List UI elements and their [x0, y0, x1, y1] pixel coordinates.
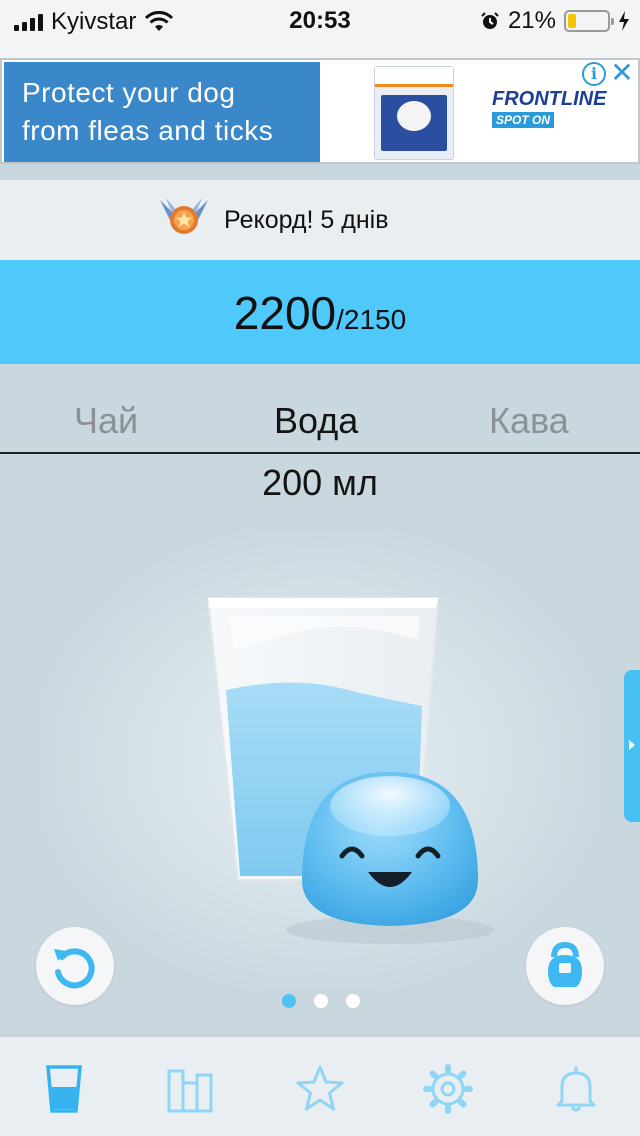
stats-icon [167, 1069, 213, 1113]
kettlebell-icon [548, 941, 582, 987]
undo-button[interactable] [36, 927, 114, 1005]
alarm-icon [481, 12, 499, 29]
status-gap [0, 40, 640, 58]
bell-icon [556, 1067, 596, 1112]
status-right: 21% [480, 7, 630, 35]
battery-icon [564, 10, 614, 32]
drink-volume: 200 мл [262, 462, 378, 503]
dog-image [397, 101, 431, 131]
gear-icon [423, 1064, 473, 1114]
nav-stats[interactable] [164, 1063, 220, 1115]
carrier-name: Kyivstar [51, 8, 137, 35]
weight-button[interactable] [526, 927, 604, 1005]
status-left: Kyivstar [14, 8, 174, 36]
nav-settings[interactable] [420, 1063, 476, 1115]
ad-banner[interactable]: Protect your dog from fleas and ticks [0, 58, 640, 164]
progress-text: 2200/2150 [0, 286, 640, 340]
ad-brand-sub: SPOT ON [492, 112, 555, 128]
record-text: Рекорд! 5 днів [224, 206, 389, 234]
battery-percent: 21% [507, 7, 556, 34]
wifi-icon [145, 11, 174, 31]
progress-goal: /2150 [336, 304, 407, 335]
status-bar: Kyivstar 20:53 21% [0, 0, 640, 40]
bottom-nav [0, 1036, 640, 1136]
charging-icon [619, 11, 629, 31]
tab-water[interactable]: Вода [274, 400, 358, 442]
tab-tea[interactable]: Чай [74, 400, 138, 442]
page-dot[interactable] [346, 994, 360, 1008]
medal-icon [160, 198, 208, 234]
info-icon[interactable]: i [582, 62, 606, 86]
page-indicator [282, 994, 360, 1008]
nav-reminders[interactable] [548, 1063, 604, 1115]
nav-glass[interactable] [36, 1063, 92, 1115]
page-dot[interactable] [314, 994, 328, 1008]
star-icon [296, 1065, 344, 1111]
ad-headline-line1: Protect your dog [22, 77, 236, 108]
ad-product-image[interactable] [374, 66, 454, 160]
side-drawer-handle[interactable] [624, 670, 640, 822]
progress-current: 2200 [233, 287, 337, 339]
glass-icon [46, 1065, 82, 1113]
tab-coffee[interactable]: Кава [489, 400, 569, 442]
page-dot[interactable] [282, 994, 296, 1008]
battery-fill [568, 14, 576, 28]
nav-achievements[interactable] [292, 1063, 348, 1115]
water-glass-icon[interactable] [190, 580, 510, 950]
signal-icon [14, 13, 43, 31]
ad-headline[interactable]: Protect your dog from fleas and ticks [4, 62, 320, 162]
undo-icon [54, 948, 95, 989]
drink-tabs: Чай Вода Кава [0, 400, 640, 452]
close-icon[interactable]: ✕ [610, 58, 634, 88]
ad-headline-line2: from fleas and ticks [22, 115, 274, 146]
tab-divider [0, 452, 640, 454]
ad-brand[interactable]: FRONTLINE [492, 88, 606, 111]
